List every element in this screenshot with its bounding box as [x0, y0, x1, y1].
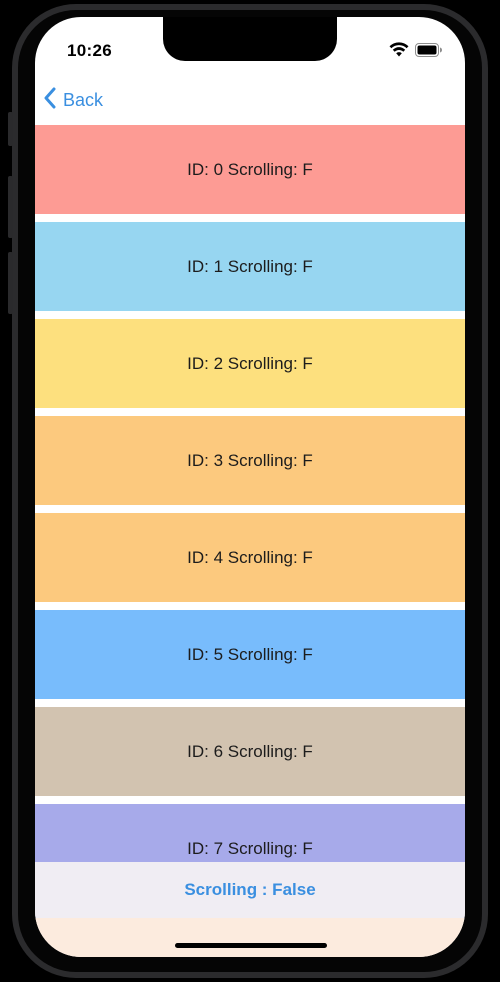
- status-icons: [389, 42, 443, 62]
- navigation-bar: Back: [35, 81, 465, 125]
- notch: [163, 17, 337, 61]
- list-row-1[interactable]: ID: 1 Scrolling: F: [35, 222, 465, 311]
- wifi-icon: [389, 42, 409, 62]
- list-row-label: ID: 7 Scrolling: F: [187, 838, 313, 858]
- list-row-2[interactable]: ID: 2 Scrolling: F: [35, 319, 465, 408]
- list-row-label: ID: 4 Scrolling: F: [187, 547, 313, 567]
- list-row-4[interactable]: ID: 4 Scrolling: F: [35, 513, 465, 602]
- back-label: Back: [63, 90, 104, 110]
- list-row-label: ID: 2 Scrolling: F: [187, 353, 313, 373]
- screen: 10:26 Back ID: 0 Scrolling: F ID: 1 Scro…: [35, 17, 465, 957]
- list-row-label: ID: 0 Scrolling: F: [187, 159, 313, 179]
- home-indicator[interactable]: [175, 943, 327, 948]
- list-row-5[interactable]: ID: 5 Scrolling: F: [35, 610, 465, 699]
- list-row-6[interactable]: ID: 6 Scrolling: F: [35, 707, 465, 796]
- battery-icon: [415, 42, 443, 62]
- list-row-label: ID: 5 Scrolling: F: [187, 644, 313, 664]
- bottom-safe-area: [35, 918, 465, 957]
- list-row-label: ID: 3 Scrolling: F: [187, 450, 313, 470]
- list-row-label: ID: 6 Scrolling: F: [187, 741, 313, 761]
- list-row-3[interactable]: ID: 3 Scrolling: F: [35, 416, 465, 505]
- back-button[interactable]: Back: [43, 87, 103, 114]
- list-row-label: ID: 1 Scrolling: F: [187, 256, 313, 276]
- volume-up-button: [8, 176, 13, 238]
- volume-down-button: [8, 252, 13, 314]
- list-row-0[interactable]: ID: 0 Scrolling: F: [35, 125, 465, 214]
- scroll-status-bar: Scrolling : False: [35, 862, 465, 918]
- chevron-left-icon: [43, 87, 57, 114]
- scroll-status-label: Scrolling : False: [184, 880, 316, 899]
- status-time: 10:26: [67, 41, 112, 60]
- mute-switch: [8, 112, 13, 146]
